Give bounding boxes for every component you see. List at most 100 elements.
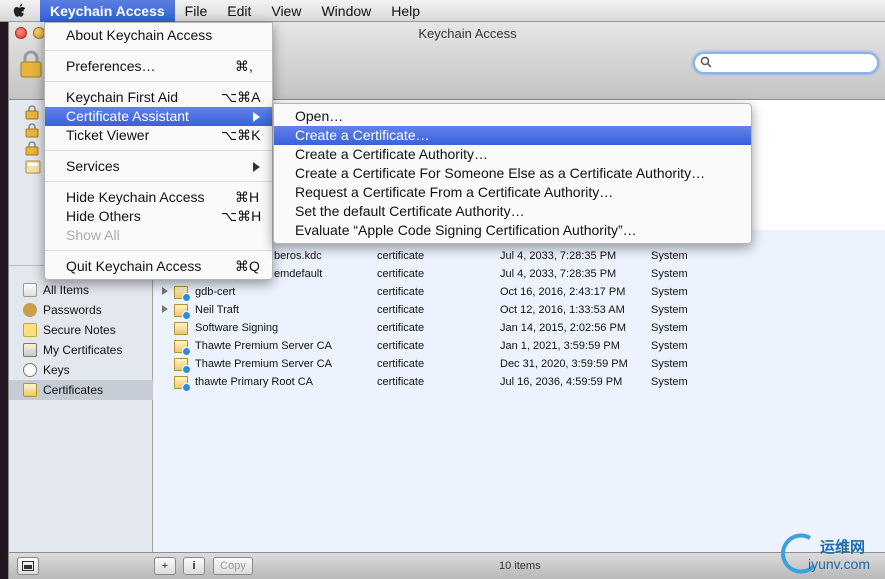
menu-item-label: Hide Keychain Access — [66, 189, 205, 205]
toggle-sidebar-button[interactable] — [17, 557, 39, 575]
category-my-certificates[interactable]: My Certificates — [9, 340, 153, 360]
menu-item-keychain-first-aid[interactable]: Keychain First Aid ⌥⌘A — [45, 88, 272, 107]
category-secure-notes[interactable]: Secure Notes — [9, 320, 153, 340]
table-row[interactable]: gdb-cert certificate Oct 16, 2016, 2:43:… — [154, 284, 885, 302]
cert-keychain: System — [651, 376, 688, 388]
menu-item-label: About Keychain Access — [66, 27, 213, 43]
table-row[interactable]: Software Signing certificate Jan 14, 201… — [154, 320, 885, 338]
table-row[interactable]: Thawte Premium Server CA certificate Jan… — [154, 338, 885, 356]
cert-name: thawte Primary Root CA — [195, 376, 313, 388]
get-info-button[interactable]: i — [183, 557, 205, 575]
menu-item-label: Services — [66, 158, 120, 174]
note-icon — [23, 323, 37, 337]
menu-item-label: Show All — [66, 227, 120, 243]
keychain-folder-icon[interactable] — [25, 160, 45, 176]
cert-expires: Jul 4, 2033, 7:28:35 PM — [500, 268, 617, 280]
bottom-toolbar: + i Copy 10 items — [9, 552, 885, 579]
category-passwords[interactable]: Passwords — [9, 300, 153, 320]
category-label: Keys — [43, 363, 70, 377]
certificate-icon — [174, 376, 191, 392]
search-field[interactable] — [693, 52, 879, 74]
menu-item-about[interactable]: About Keychain Access — [45, 26, 272, 45]
menu-item-label: Ticket Viewer — [66, 127, 150, 143]
submenu-item-create-for-someone-else[interactable]: Create a Certificate For Someone Else as… — [274, 164, 751, 183]
menu-edit[interactable]: Edit — [217, 0, 261, 22]
cert-keychain: System — [651, 358, 688, 370]
all-items-icon — [23, 283, 37, 297]
submenu-item-request-certificate[interactable]: Request a Certificate From a Certificate… — [274, 183, 751, 202]
menu-view[interactable]: View — [261, 0, 311, 22]
cert-kind: certificate — [377, 268, 425, 280]
table-row[interactable]: thawte Primary Root CA certificate Jul 1… — [154, 374, 885, 392]
menu-item-preferences[interactable]: Preferences… ⌘, — [45, 57, 272, 76]
submenu-item-create-certificate[interactable]: Create a Certificate… — [274, 126, 751, 145]
table-row — [154, 482, 885, 500]
menu-item-quit[interactable]: Quit Keychain Access ⌘Q — [45, 257, 272, 276]
keychain-lock-icon[interactable] — [25, 104, 45, 120]
disclosure-triangle-icon[interactable] — [162, 287, 168, 295]
submenu-item-set-default-ca[interactable]: Set the default Certificate Authority… — [274, 202, 751, 221]
menu-item-label: Quit Keychain Access — [66, 258, 202, 274]
keychain-lock-icon[interactable] — [25, 140, 45, 156]
cert-keychain: System — [651, 286, 688, 298]
cert-name: Thawte Premium Server CA — [195, 358, 332, 370]
table-row — [154, 392, 885, 410]
certificate-icon — [174, 286, 191, 302]
disclosure-triangle-icon[interactable] — [162, 305, 168, 313]
menu-item-hide-others[interactable]: Hide Others ⌥⌘H — [45, 207, 272, 226]
table-row — [154, 410, 885, 428]
submenu-arrow-icon — [253, 162, 260, 172]
category-keys[interactable]: Keys — [9, 360, 153, 380]
menu-item-ticket-viewer[interactable]: Ticket Viewer ⌥⌘K — [45, 126, 272, 145]
menu-help[interactable]: Help — [381, 0, 430, 22]
add-item-button[interactable]: + — [154, 557, 176, 575]
keychain-lock-icon[interactable] — [25, 122, 45, 138]
menu-item-hide-keychain-access[interactable]: Hide Keychain Access ⌘H — [45, 188, 272, 207]
menu-item-services[interactable]: Services — [45, 157, 272, 176]
cert-name: emdefault — [274, 268, 323, 280]
certificate-icon — [174, 322, 188, 335]
submenu-item-evaluate[interactable]: Evaluate “Apple Code Signing Certificati… — [274, 221, 751, 240]
menu-keychain-access[interactable]: Keychain Access — [40, 0, 175, 22]
table-row — [154, 446, 885, 464]
category-all-items[interactable]: All Items — [9, 280, 153, 300]
table-row — [154, 518, 885, 536]
menu-item-label: Hide Others — [66, 208, 141, 224]
menu-item-label: Keychain First Aid — [66, 89, 179, 105]
my-certificate-icon — [23, 343, 37, 357]
cert-kind: certificate — [377, 250, 425, 262]
certificate-assistant-submenu: Open… Create a Certificate… Create a Cer… — [273, 103, 752, 244]
cert-expires: Oct 16, 2016, 2:43:17 PM — [500, 286, 626, 298]
category-label: My Certificates — [43, 343, 123, 357]
menu-shortcut: ⌘Q — [235, 258, 260, 274]
certificate-icon — [174, 340, 191, 356]
menu-separator — [45, 81, 272, 82]
menu-separator — [45, 250, 272, 251]
category-label: Secure Notes — [43, 323, 116, 337]
cert-kind: certificate — [377, 340, 425, 352]
menu-file[interactable]: File — [175, 0, 218, 22]
cert-name: gdb-cert — [195, 286, 236, 298]
cert-name: Neil Traft — [195, 304, 240, 316]
certificate-icon — [23, 383, 37, 397]
cert-name: beros.kdc — [274, 250, 322, 262]
cert-expires: Jan 14, 2015, 2:02:56 PM — [500, 322, 626, 334]
menu-window[interactable]: Window — [311, 0, 381, 22]
menu-item-certificate-assistant[interactable]: Certificate Assistant — [45, 107, 272, 126]
search-icon — [700, 56, 712, 71]
submenu-item-create-ca[interactable]: Create a Certificate Authority… — [274, 145, 751, 164]
cert-kind: certificate — [377, 304, 425, 316]
menu-shortcut: ⌥⌘K — [221, 127, 261, 143]
copy-button[interactable]: Copy — [213, 557, 253, 575]
table-row[interactable]: Neil Traft certificate Oct 12, 2016, 1:3… — [154, 302, 885, 320]
category-certificates[interactable]: Certificates — [9, 380, 153, 400]
menu-separator — [45, 181, 272, 182]
cert-kind: certificate — [377, 376, 425, 388]
keys-icon — [23, 363, 37, 377]
cert-name: Software Signing — [195, 322, 279, 334]
table-row[interactable]: Thawte Premium Server CA certificate Dec… — [154, 356, 885, 374]
submenu-item-open[interactable]: Open… — [274, 107, 751, 126]
lock-icon[interactable] — [19, 50, 43, 78]
cert-kind: certificate — [377, 286, 425, 298]
apple-menu-icon[interactable] — [0, 0, 40, 22]
